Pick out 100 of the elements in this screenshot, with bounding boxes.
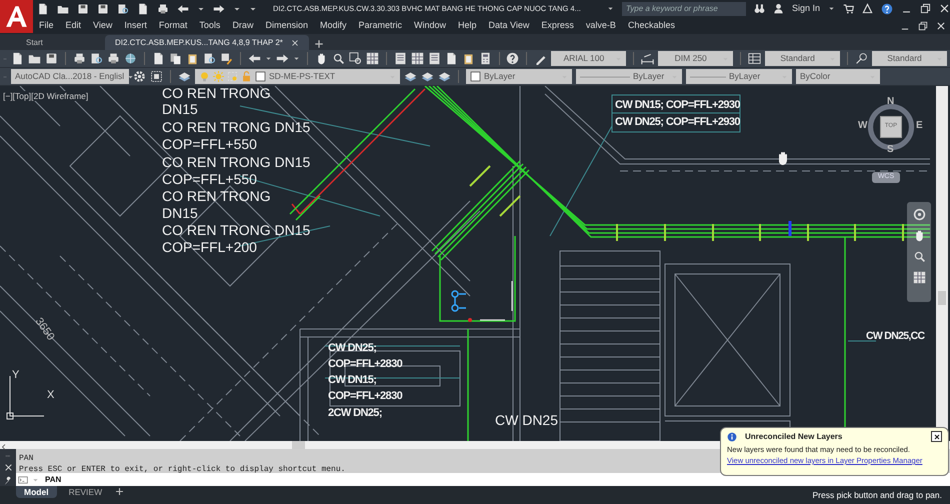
layout-tab[interactable]: REVIEW xyxy=(60,486,110,498)
annotation-text: CO REN TRONG DN15 xyxy=(162,120,310,134)
layer-properties-icon[interactable] xyxy=(178,70,191,83)
menu-item[interactable]: View xyxy=(87,20,118,31)
compass-direction-label[interactable]: E xyxy=(916,121,923,131)
command-history-line: Press ESC or ENTER to exit, or right-click to display shortcut menu. xyxy=(18,464,346,475)
multileader-style-icon[interactable] xyxy=(855,52,868,65)
save-icon[interactable] xyxy=(77,2,89,14)
restore-icon[interactable] xyxy=(918,20,928,30)
steering-wheel-icon[interactable] xyxy=(912,208,926,221)
menu-item[interactable]: Tools xyxy=(193,20,226,31)
dimension-style-icon[interactable] xyxy=(641,52,654,65)
scrollbar-thumb[interactable] xyxy=(938,291,946,305)
color-swatch-icon[interactable] xyxy=(255,71,266,82)
navigation-bar[interactable] xyxy=(907,202,931,302)
binoculars-icon[interactable] xyxy=(754,3,765,14)
text-style-dropdown[interactable]: ARIAL 100 xyxy=(551,51,626,66)
menu-item[interactable]: Parametric xyxy=(352,20,408,31)
scrollbar-thumb[interactable] xyxy=(292,441,305,449)
menu-item[interactable]: Data View xyxy=(482,20,536,31)
document-tab[interactable]: DI2.CTC.ASB.MEP.KUS...TANG 4,8,9 THAP 2* xyxy=(105,35,309,50)
help-icon[interactable] xyxy=(881,2,893,14)
app-logo-icon[interactable] xyxy=(0,0,33,33)
menu-item[interactable]: Window xyxy=(408,20,452,31)
menu-item[interactable]: Draw xyxy=(226,20,260,31)
cart-icon[interactable] xyxy=(843,3,854,14)
copy-icon[interactable] xyxy=(168,52,182,65)
multileader-style-dropdown[interactable]: Standard xyxy=(872,51,947,66)
plot-icon[interactable] xyxy=(106,52,120,65)
customize-icon[interactable] xyxy=(3,476,13,486)
table-style-dropdown[interactable]: Standard xyxy=(765,51,840,66)
color-dropdown[interactable]: ByLayer xyxy=(466,69,572,84)
command-history-line: PAN xyxy=(18,453,34,464)
undo-icon[interactable] xyxy=(177,2,189,14)
save-as-icon[interactable] xyxy=(97,2,109,14)
redo-icon[interactable] xyxy=(276,52,289,65)
globe-icon[interactable] xyxy=(124,52,137,65)
menu-item[interactable]: Format xyxy=(152,20,194,31)
axis-label: X xyxy=(47,390,54,401)
notification-title: Unreconciled New Layers xyxy=(745,432,844,442)
new-file-icon[interactable] xyxy=(11,52,24,65)
menu-item[interactable]: Checkables xyxy=(622,20,681,31)
frame-icon[interactable] xyxy=(150,70,163,83)
status-prompt: Press pick button and drag to pan. xyxy=(812,490,943,501)
layer-dropdown[interactable]: SD-ME-PS-TEXT xyxy=(195,69,400,84)
redo-icon[interactable] xyxy=(213,2,225,14)
compass-direction-label[interactable]: N xyxy=(887,97,894,107)
menu-item[interactable]: valve-B xyxy=(580,20,622,31)
zoom-icon[interactable] xyxy=(912,250,926,263)
dimension-style-dropdown[interactable]: DIM 250 xyxy=(658,51,734,66)
make-current-layer-icon[interactable] xyxy=(404,70,417,83)
table-style-icon[interactable] xyxy=(748,52,762,65)
annotation-text: CW DN25; COP=FFL+2930 xyxy=(615,117,740,128)
scroll-left-icon[interactable] xyxy=(0,442,8,451)
annotation-text: COP=FFL+2830 xyxy=(328,391,402,402)
menu-item[interactable]: File xyxy=(33,20,60,31)
layer-state-icon[interactable] xyxy=(438,70,451,83)
copy-clip-icon[interactable] xyxy=(202,52,216,65)
color-swatch-icon[interactable] xyxy=(470,71,481,82)
annotation-text: DN15 xyxy=(162,102,198,116)
layer-previous-icon[interactable] xyxy=(421,70,434,83)
annotation-text: COP=FFL+550 xyxy=(162,172,257,186)
plot-style-dropdown[interactable]: ByColor xyxy=(796,69,880,84)
match-properties-icon[interactable] xyxy=(220,52,233,65)
undo-icon[interactable] xyxy=(248,52,261,65)
menu-item[interactable]: Dimension xyxy=(259,20,314,31)
print-preview-icon[interactable] xyxy=(90,52,103,65)
properties-icon[interactable] xyxy=(394,52,407,65)
triangle-icon[interactable] xyxy=(862,3,873,14)
new-file-icon[interactable] xyxy=(37,2,49,14)
annotation-text: COP=FFL+2830 xyxy=(328,359,402,370)
layout-tab[interactable]: Model xyxy=(16,486,57,498)
gear-icon[interactable] xyxy=(133,70,146,83)
menu-item[interactable]: Edit xyxy=(60,20,88,31)
menu-item[interactable]: Modify xyxy=(314,20,352,31)
axis-label: Y xyxy=(12,370,20,381)
restore-icon[interactable] xyxy=(920,3,931,14)
user-icon[interactable] xyxy=(772,3,784,14)
print-icon[interactable] xyxy=(157,2,169,14)
new-tab-icon[interactable] xyxy=(312,38,325,50)
zoom-window-icon[interactable] xyxy=(348,52,362,65)
annotation-text: CO REN TRONG DN15 xyxy=(162,223,310,237)
menu-item[interactable]: Help xyxy=(452,20,483,31)
document-tab[interactable]: Start xyxy=(16,35,101,50)
save-icon[interactable] xyxy=(45,52,58,65)
menu-item[interactable]: Insert xyxy=(118,20,153,31)
zoom-icon[interactable] xyxy=(332,52,345,65)
viewport-controls-label[interactable]: [−][Top][2D Wireframe] xyxy=(2,91,90,102)
calculator-icon[interactable] xyxy=(478,52,492,65)
help-icon[interactable] xyxy=(506,52,520,65)
add-layout-icon[interactable] xyxy=(114,486,126,497)
sign-in-link[interactable]: Sign In xyxy=(792,3,820,14)
command-prompt-icon[interactable] xyxy=(16,474,30,484)
menu-item[interactable]: Express xyxy=(535,20,580,31)
print-icon[interactable] xyxy=(72,52,86,65)
annotation-text: COP=FFL+200 xyxy=(162,240,257,254)
info-icon xyxy=(727,432,737,442)
compass-direction-label[interactable]: W xyxy=(858,121,868,131)
annotation-text: CO REN TRONG DN15 xyxy=(162,155,310,169)
search-field[interactable]: Type a keyword or phrase xyxy=(622,2,746,16)
